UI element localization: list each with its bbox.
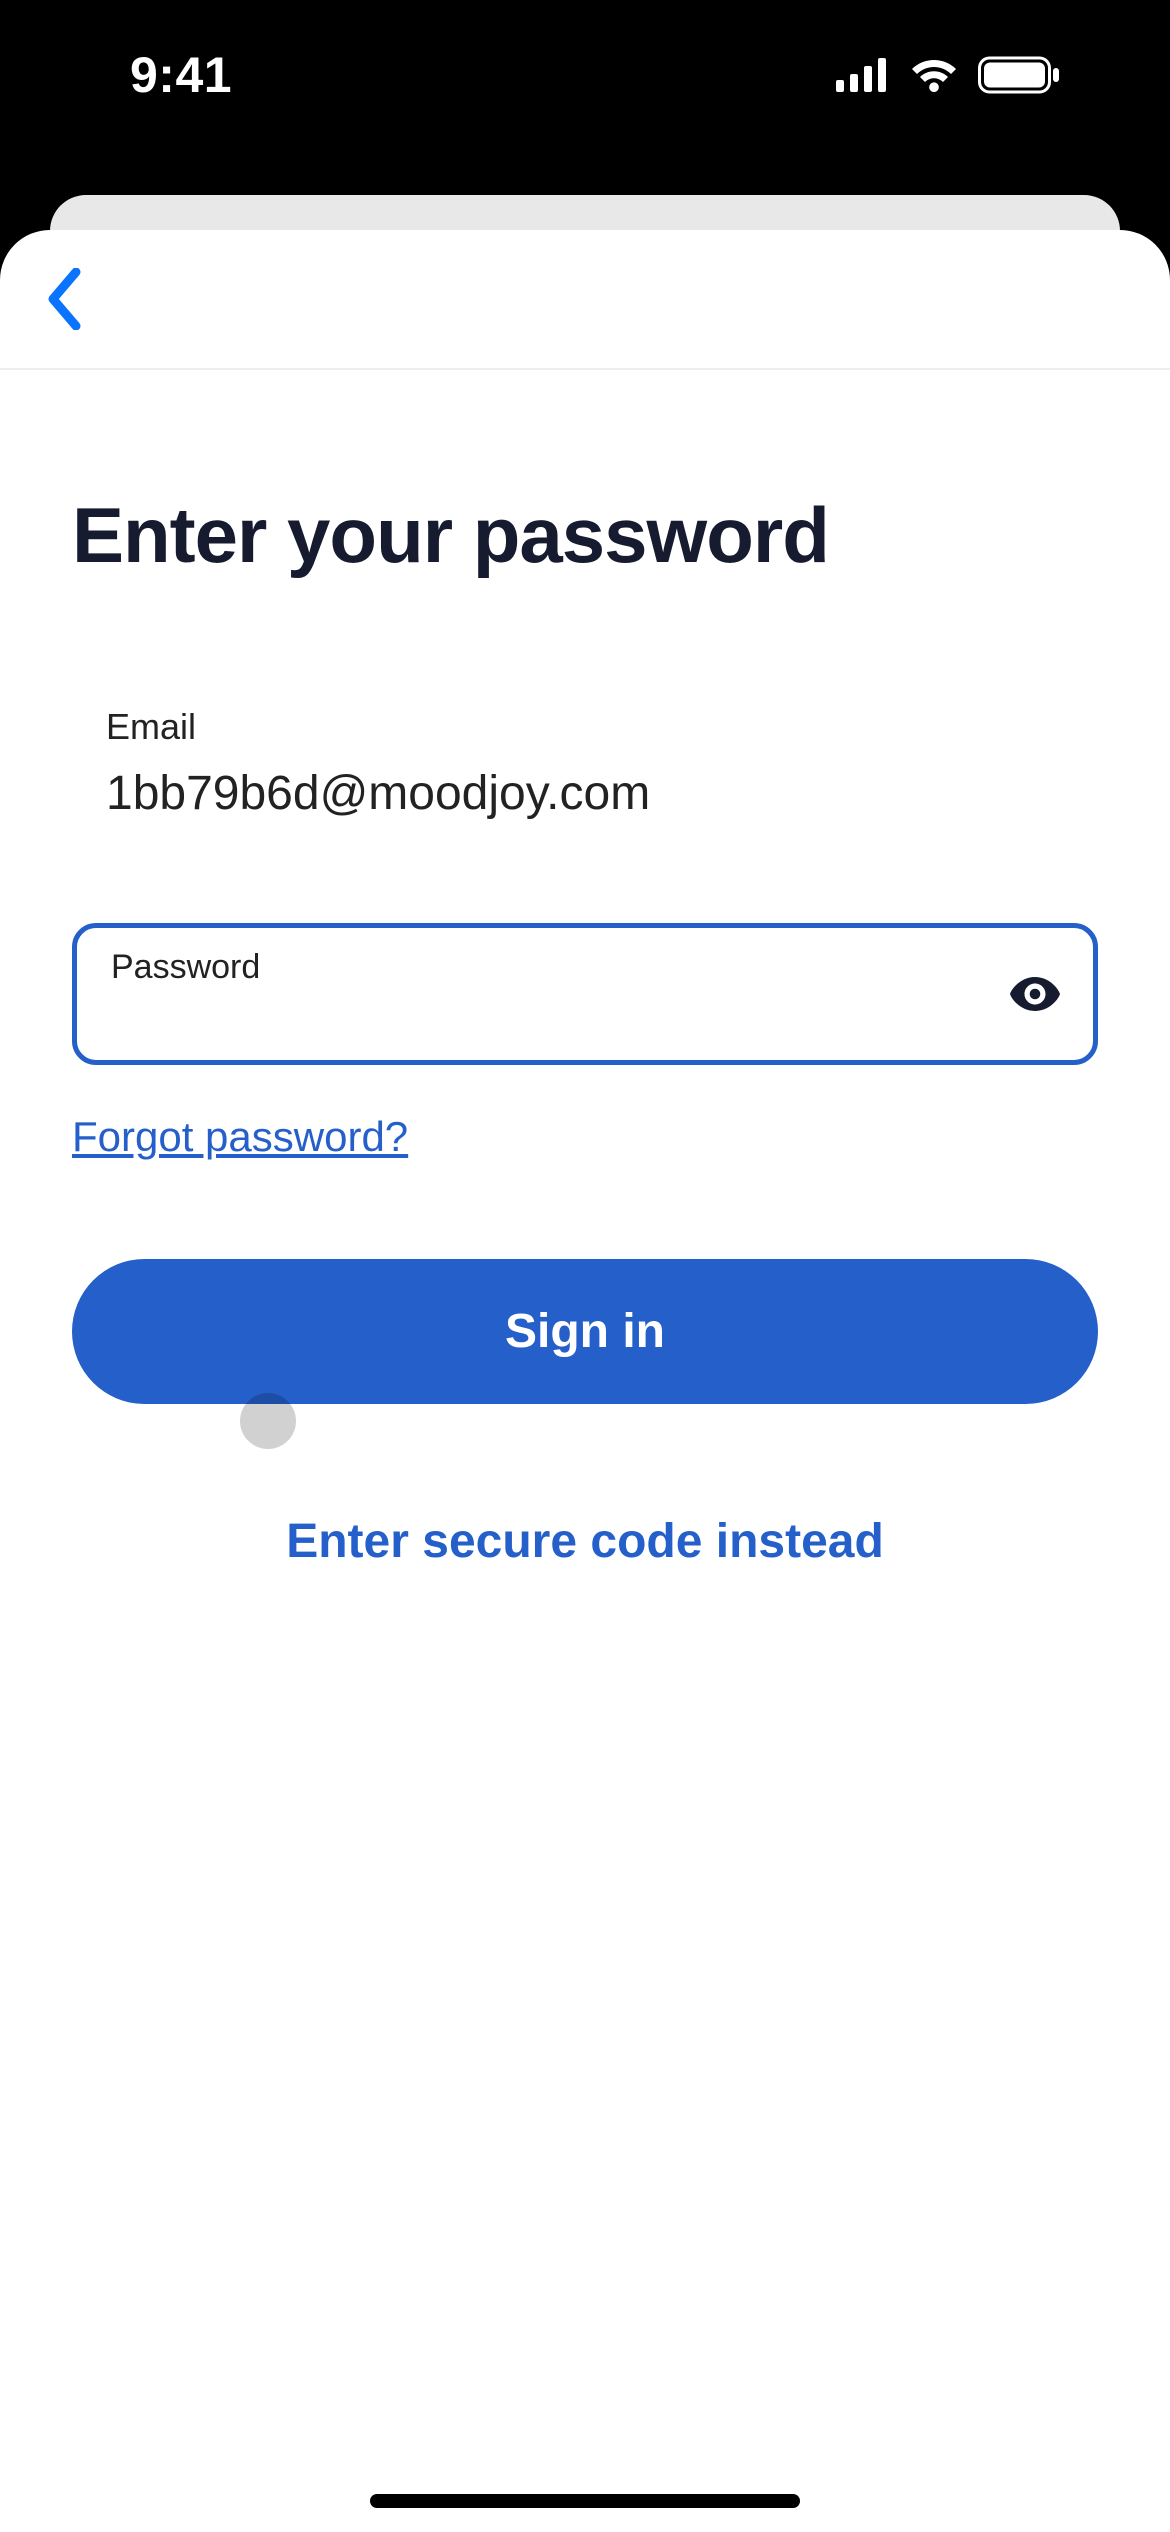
chevron-left-icon — [45, 268, 85, 330]
toggle-password-visibility-button[interactable] — [1007, 966, 1063, 1022]
status-time: 9:41 — [130, 46, 232, 104]
password-field[interactable]: Password — [72, 923, 1098, 1065]
sign-in-button[interactable]: Sign in — [72, 1259, 1098, 1404]
eye-icon — [1010, 977, 1060, 1011]
email-display: Email 1bb79b6d@moodjoy.com — [72, 706, 1098, 821]
status-bar: 9:41 — [0, 0, 1170, 150]
status-right — [836, 56, 1060, 94]
secure-code-link[interactable]: Enter secure code instead — [72, 1514, 1098, 1569]
email-value: 1bb79b6d@moodjoy.com — [106, 766, 1098, 821]
password-label: Password — [111, 948, 993, 987]
password-input[interactable] — [111, 993, 993, 1041]
wifi-icon — [908, 56, 960, 94]
battery-icon — [978, 56, 1060, 94]
cellular-signal-icon — [836, 58, 890, 92]
forgot-password-link[interactable]: Forgot password? — [72, 1113, 408, 1161]
nav-bar — [0, 230, 1170, 370]
content: Enter your password Email 1bb79b6d@moodj… — [0, 370, 1170, 1569]
home-indicator — [370, 2494, 800, 2508]
modal-sheet: Enter your password Email 1bb79b6d@moodj… — [0, 230, 1170, 2532]
back-button[interactable] — [30, 264, 100, 334]
email-label: Email — [106, 706, 1098, 748]
page-title: Enter your password — [72, 490, 1098, 581]
